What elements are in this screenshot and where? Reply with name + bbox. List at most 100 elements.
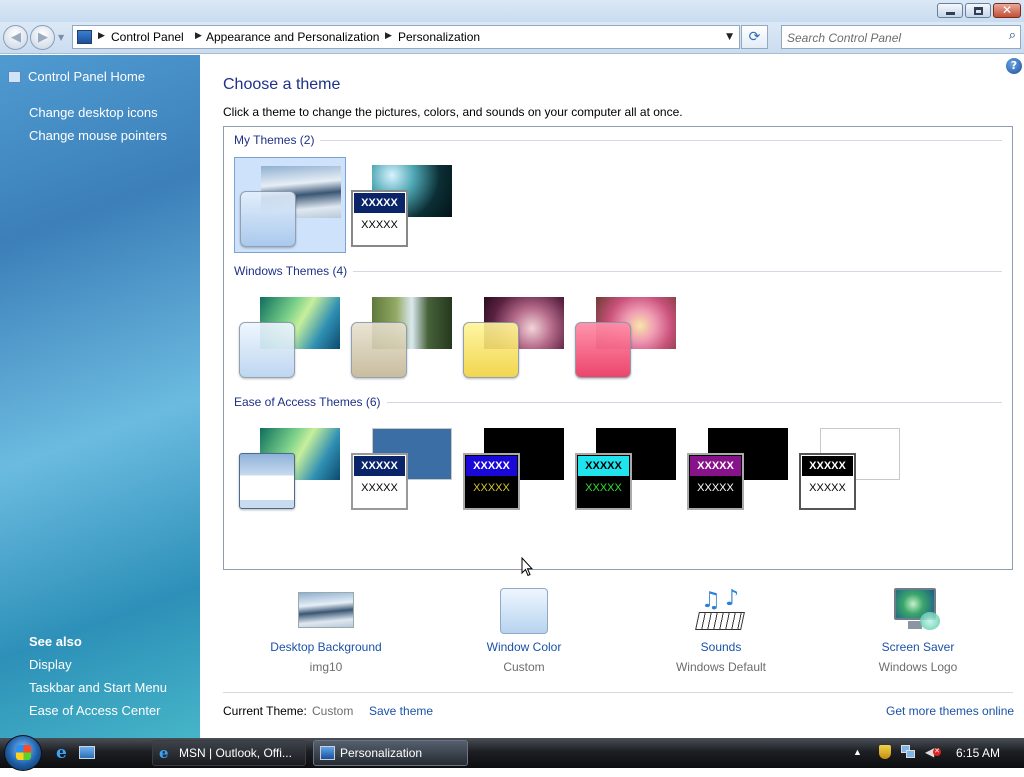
theme-gallery: My Themes (2) XXXXX XXXXX Windows Themes… — [223, 126, 1013, 570]
search-box[interactable]: ⌕ — [781, 25, 1021, 49]
setting-label[interactable]: Desktop Background — [246, 640, 406, 654]
theme-windows-flower[interactable] — [570, 289, 682, 385]
setting-value: Windows Logo — [878, 660, 958, 674]
breadcrumb-control-panel[interactable]: Control Panel — [111, 30, 184, 44]
monitor-logo-icon — [890, 588, 946, 634]
show-hidden-icons-icon[interactable]: ▲ — [853, 747, 862, 777]
close-icon: ✕ — [1002, 3, 1013, 17]
sidebar: Control Panel Home Change desktop icons … — [0, 55, 200, 738]
personalization-icon — [320, 746, 335, 760]
theme-preview-window — [239, 322, 295, 378]
theme-preview-body-text: XXXXX — [585, 482, 622, 494]
minimize-button[interactable] — [937, 3, 963, 18]
setting-value: img10 — [309, 660, 343, 674]
theme-my-1[interactable] — [234, 157, 346, 253]
sidebar-link-taskbar-start-menu[interactable]: Taskbar and Start Menu — [29, 680, 167, 695]
breadcrumb-separator-icon[interactable]: ▶ — [98, 31, 105, 41]
theme-ease-high-contrast-2[interactable]: XXXXX XXXXX — [570, 420, 682, 516]
breadcrumb-separator-icon[interactable]: ▶ — [195, 31, 202, 41]
setting-label[interactable]: Sounds — [641, 640, 801, 654]
personalization-window: ✕ ◀ ▶ ▼ ▶ Control Panel ▶ Appearance and… — [0, 0, 1024, 738]
taskbar-button-personalization[interactable]: Personalization — [313, 740, 468, 766]
sidebar-link-change-desktop-icons[interactable]: Change desktop icons — [29, 105, 158, 120]
back-button[interactable]: ◀ — [3, 25, 28, 50]
theme-preview-title-text: XXXXX — [802, 456, 853, 476]
recent-pages-dropdown-icon[interactable]: ▼ — [58, 33, 64, 42]
address-bar[interactable]: ▶ Control Panel ▶ Appearance and Persona… — [72, 25, 740, 49]
footer-divider — [223, 692, 1013, 693]
get-more-themes-link[interactable]: Get more themes online — [886, 704, 1014, 718]
sidebar-link-control-panel-home[interactable]: Control Panel Home — [28, 69, 145, 84]
maximize-icon — [974, 7, 983, 15]
sidebar-link-display[interactable]: Display — [29, 657, 72, 672]
refresh-button[interactable]: ⟳ — [741, 25, 768, 49]
windows-logo-icon — [16, 745, 31, 760]
volume-muted-icon[interactable]: ◀ ✕ — [924, 744, 942, 760]
maximize-button[interactable] — [965, 3, 991, 18]
theme-preview-body-text: XXXXX — [809, 482, 846, 494]
control-panel-icon — [77, 30, 92, 44]
theme-preview-window: XXXXX XXXXX — [687, 453, 744, 510]
address-history-dropdown-icon[interactable]: ▼ — [726, 32, 733, 42]
theme-ease-high-contrast-1[interactable]: XXXXX XXXXX — [458, 420, 570, 516]
theme-preview-window — [575, 322, 631, 378]
theme-windows-aero[interactable] — [234, 289, 346, 385]
help-icon[interactable]: ? — [1006, 58, 1022, 74]
sidebar-link-ease-of-access-center[interactable]: Ease of Access Center — [29, 703, 161, 718]
theme-my-2[interactable]: XXXXX XXXXX — [346, 157, 458, 253]
network-icon[interactable] — [900, 744, 916, 760]
theme-ease-high-contrast-black[interactable]: XXXXX XXXXX — [682, 420, 794, 516]
taskbar: e e MSN | Outlook, Offi... Personalizati… — [0, 735, 1024, 771]
page-title: Choose a theme — [223, 76, 341, 93]
internet-explorer-icon[interactable]: e — [55, 745, 73, 762]
navigation-bar: ◀ ▶ ▼ ▶ Control Panel ▶ Appearance and P… — [0, 22, 1024, 54]
save-theme-link[interactable]: Save theme — [369, 704, 433, 718]
theme-preview-body-text: XXXXX — [697, 482, 734, 494]
theme-preview-title-text: XXXXX — [466, 456, 517, 476]
theme-ease-basic[interactable] — [234, 420, 346, 516]
page-description: Click a theme to change the pictures, co… — [223, 105, 683, 119]
title-bar: ✕ — [0, 0, 1024, 22]
music-notes-keyboard-icon: ♫ ♪ — [693, 586, 749, 634]
theme-preview-body-text: XXXXX — [361, 219, 398, 231]
taskbar-button-label: Personalization — [340, 746, 423, 760]
current-theme-value: Custom — [312, 704, 354, 718]
clock[interactable]: 6:15 AM — [956, 746, 1000, 776]
theme-preview-body-text: XXXXX — [473, 482, 510, 494]
security-center-icon[interactable] — [877, 744, 893, 760]
theme-preview-window: XXXXX XXXXX — [575, 453, 632, 510]
back-arrow-icon: ◀ — [11, 30, 21, 45]
forward-arrow-icon: ▶ — [38, 30, 48, 45]
theme-preview-window: XXXXX XXXXX — [799, 453, 856, 510]
theme-windows-landscape[interactable] — [346, 289, 458, 385]
setting-label[interactable]: Window Color — [444, 640, 604, 654]
theme-preview-body-text: XXXXX — [361, 482, 398, 494]
theme-ease-classic[interactable]: XXXXX XXXXX — [346, 420, 458, 516]
search-icon[interactable]: ⌕ — [1009, 28, 1016, 43]
taskbar-button-msn-outlook[interactable]: e MSN | Outlook, Offi... — [152, 740, 306, 766]
group-divider — [234, 140, 1002, 141]
theme-ease-high-contrast-white[interactable]: XXXXX XXXXX — [794, 420, 906, 516]
start-button[interactable] — [4, 735, 42, 771]
taskbar-button-label: MSN | Outlook, Offi... — [179, 746, 292, 760]
breadcrumb-personalization[interactable]: Personalization — [398, 30, 480, 44]
breadcrumb-appearance[interactable]: Appearance and Personalization — [206, 30, 379, 44]
sidebar-link-change-mouse-pointers[interactable]: Change mouse pointers — [29, 128, 167, 143]
search-input[interactable] — [787, 29, 997, 46]
breadcrumb-separator-icon[interactable]: ▶ — [385, 31, 392, 41]
theme-preview-window: XXXXX XXXXX — [463, 453, 520, 510]
show-desktop-icon[interactable] — [78, 745, 96, 761]
theme-windows-light[interactable] — [458, 289, 570, 385]
close-button[interactable]: ✕ — [993, 3, 1021, 18]
theme-preview-title-text: XXXXX — [690, 456, 741, 476]
theme-preview-title-text: XXXXX — [578, 456, 629, 476]
control-panel-home-icon — [8, 71, 21, 83]
setting-label[interactable]: Screen Saver — [838, 640, 998, 654]
mountain-photo-icon — [298, 592, 354, 628]
current-theme-label: Current Theme: — [223, 704, 307, 718]
minimize-icon — [946, 12, 955, 15]
theme-preview-title-text: XXXXX — [354, 456, 405, 476]
group-label-windows-themes: Windows Themes (4) — [234, 264, 354, 278]
forward-button[interactable]: ▶ — [30, 25, 55, 50]
group-label-ease-of-access-themes: Ease of Access Themes (6) — [234, 395, 387, 409]
